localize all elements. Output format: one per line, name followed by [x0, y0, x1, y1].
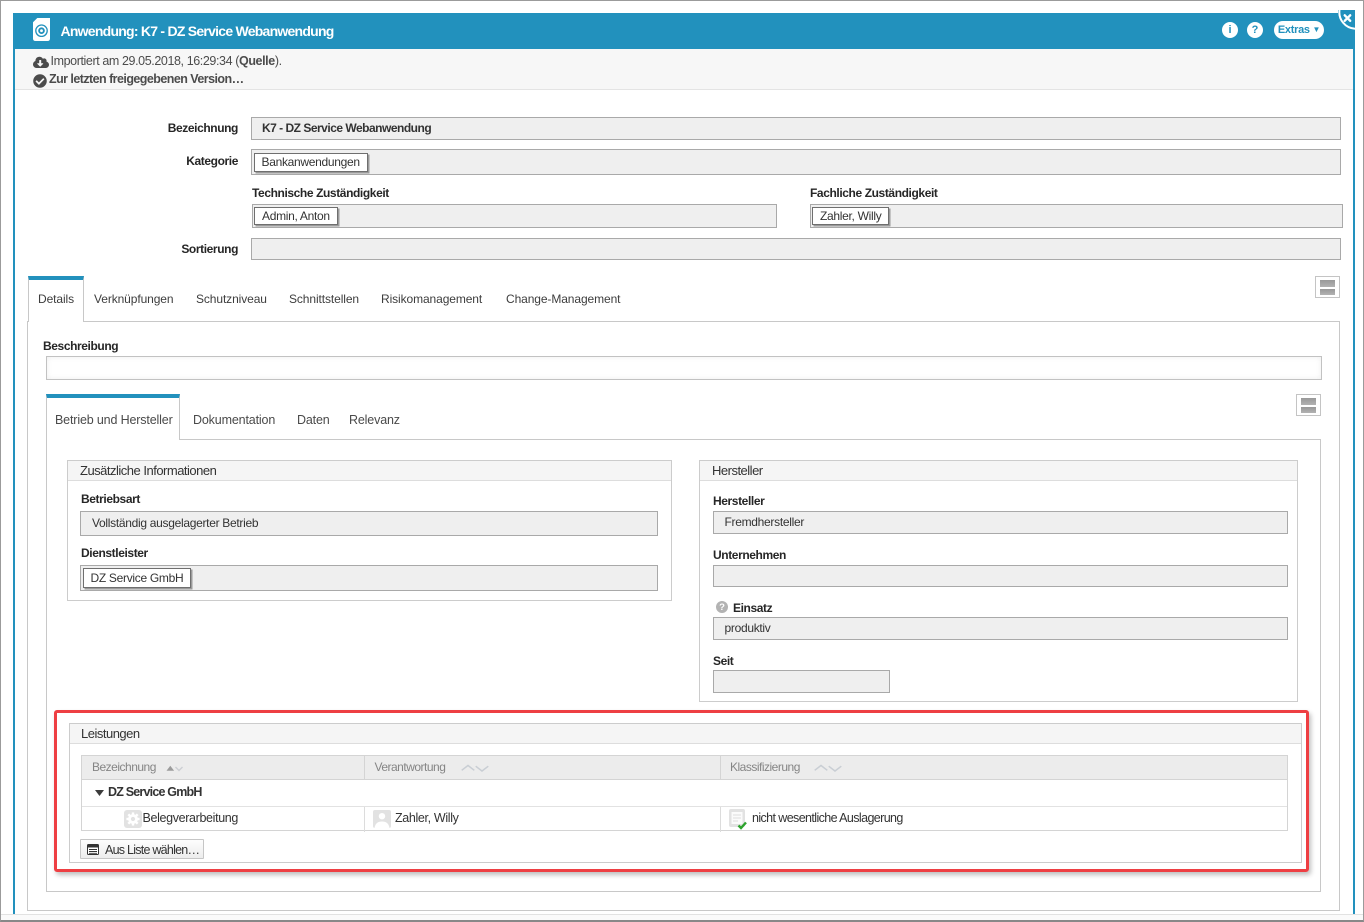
svg-text:?: ?	[719, 602, 725, 613]
